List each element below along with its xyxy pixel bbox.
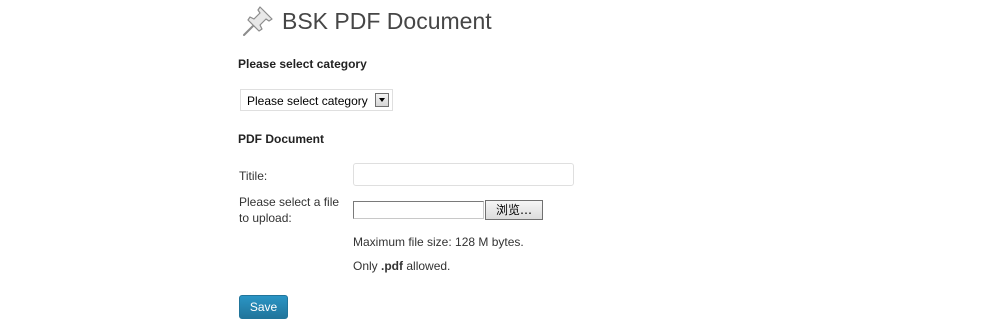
file-path-field[interactable] xyxy=(353,201,484,219)
allowed-types-prefix: Only xyxy=(353,259,382,273)
category-heading: Please select category xyxy=(238,57,367,71)
title-input[interactable] xyxy=(353,163,574,186)
allowed-extension: .pdf xyxy=(381,259,404,273)
pdf-document-heading: PDF Document xyxy=(238,132,325,146)
max-file-size-text: Maximum file size: 128 M bytes. xyxy=(353,235,524,249)
pushpin-icon xyxy=(240,3,276,39)
page-title: BSK PDF Document xyxy=(282,7,492,34)
browse-button[interactable]: 浏览… xyxy=(485,200,543,220)
allowed-types-suffix: allowed. xyxy=(403,259,451,273)
category-select-value: Please select category xyxy=(247,94,368,108)
category-select[interactable]: Please select category xyxy=(240,89,393,111)
title-label: Titile: xyxy=(239,169,268,183)
allowed-types-text: Only .pdf allowed. xyxy=(353,259,450,273)
file-upload-label: Please select a file to upload: xyxy=(239,195,340,225)
save-button[interactable]: Save xyxy=(239,295,288,319)
chevron-down-icon[interactable] xyxy=(375,93,389,107)
header: BSK PDF Document xyxy=(240,2,492,40)
page: BSK PDF Document Please select category … xyxy=(0,0,1000,328)
